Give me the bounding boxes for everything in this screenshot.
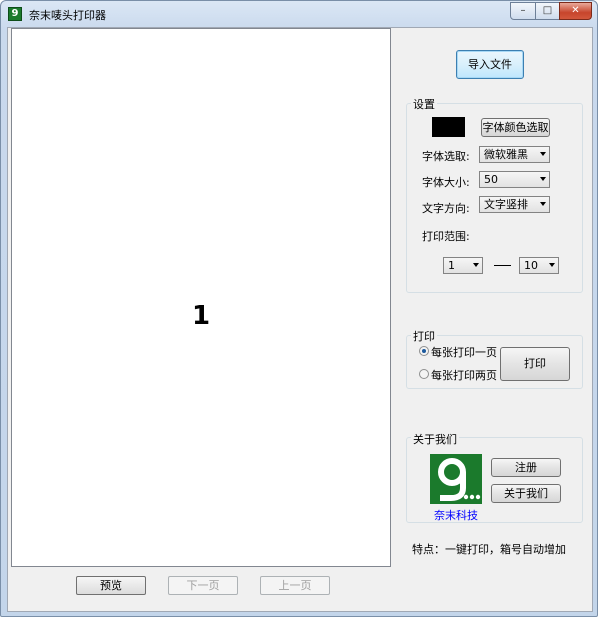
text-direction-dropdown[interactable]: 文字竖排 bbox=[479, 196, 550, 213]
preview-button[interactable]: 预览 bbox=[76, 576, 146, 595]
range-to-value: 10 bbox=[524, 259, 538, 272]
print-group-title: 打印 bbox=[411, 328, 437, 344]
font-select-value: 微软雅黑 bbox=[484, 148, 528, 161]
chevron-down-icon bbox=[540, 202, 546, 206]
about-us-button[interactable]: 关于我们 bbox=[491, 484, 561, 503]
print-two-per-sheet-radio[interactable] bbox=[419, 369, 429, 379]
font-color-swatch bbox=[432, 117, 465, 137]
chevron-down-icon bbox=[549, 263, 555, 267]
print-one-per-sheet-radio[interactable] bbox=[419, 346, 429, 356]
next-page-button[interactable]: 下一页 bbox=[168, 576, 238, 595]
about-group-title: 关于我们 bbox=[411, 431, 459, 447]
app-icon: 9 bbox=[8, 7, 22, 21]
text-direction-label: 文字方向: bbox=[422, 202, 470, 215]
font-select-label: 字体选取: bbox=[422, 150, 470, 163]
print-range-label: 打印范围: bbox=[422, 230, 470, 243]
preview-page-number: 1 bbox=[191, 301, 211, 331]
preview-panel: 1 bbox=[11, 28, 391, 567]
company-logo bbox=[430, 454, 482, 504]
title-bar[interactable]: 9 奈末唛头打印器 – □ ✕ bbox=[1, 1, 597, 27]
text-direction-value: 文字竖排 bbox=[484, 198, 528, 211]
print-two-per-sheet-label[interactable]: 每张打印两页 bbox=[431, 367, 497, 383]
font-select-dropdown[interactable]: 微软雅黑 bbox=[479, 146, 550, 163]
font-size-value: 50 bbox=[484, 173, 498, 186]
feature-text: 特点：一键打印，箱号自动增加 bbox=[412, 543, 566, 556]
range-dash bbox=[494, 265, 511, 266]
import-file-button[interactable]: 导入文件 bbox=[456, 50, 524, 79]
minimize-button[interactable]: – bbox=[510, 2, 536, 20]
window-title: 奈末唛头打印器 bbox=[29, 9, 106, 22]
range-from-value: 1 bbox=[448, 259, 455, 272]
font-size-dropdown[interactable]: 50 bbox=[479, 171, 550, 188]
close-button[interactable]: ✕ bbox=[559, 2, 592, 20]
maximize-button[interactable]: □ bbox=[535, 2, 560, 20]
register-button[interactable]: 注册 bbox=[491, 458, 561, 477]
chevron-down-icon bbox=[540, 152, 546, 156]
print-button[interactable]: 打印 bbox=[500, 347, 570, 381]
font-size-label: 字体大小: bbox=[422, 176, 470, 189]
client-area: 1 预览 下一页 上一页 导入文件 设置 字体颜色选取 字体选取: 微软雅黑 字… bbox=[7, 27, 593, 612]
range-to-dropdown[interactable]: 10 bbox=[519, 257, 559, 274]
prev-page-button[interactable]: 上一页 bbox=[260, 576, 330, 595]
print-one-per-sheet-label[interactable]: 每张打印一页 bbox=[431, 344, 497, 360]
font-color-button[interactable]: 字体颜色选取 bbox=[481, 118, 550, 137]
chevron-down-icon bbox=[473, 263, 479, 267]
logo-caption: 奈末科技 bbox=[434, 509, 478, 522]
range-from-dropdown[interactable]: 1 bbox=[443, 257, 483, 274]
chevron-down-icon bbox=[540, 177, 546, 181]
settings-group-title: 设置 bbox=[411, 96, 437, 112]
logo-nine-icon bbox=[430, 454, 482, 504]
